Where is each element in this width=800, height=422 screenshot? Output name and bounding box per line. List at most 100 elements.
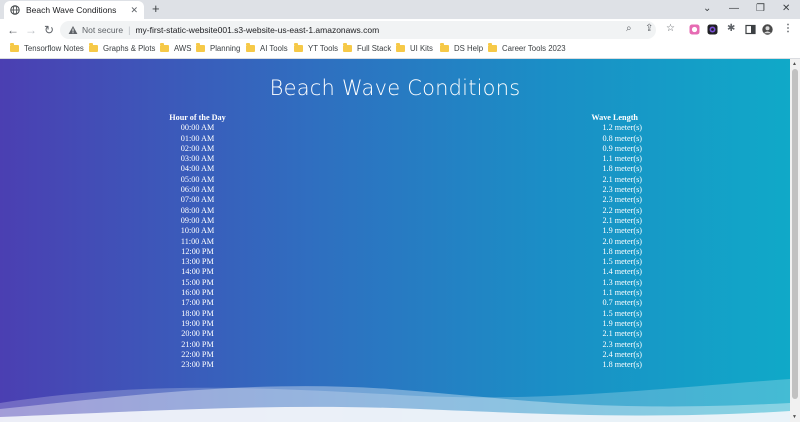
hour-cell: 04:00 AM — [180, 164, 215, 174]
page-scrollbar[interactable]: ▲ ▼ — [790, 59, 800, 422]
folder-icon — [196, 43, 205, 52]
bookmark-label: Graphs & Plots — [103, 44, 156, 53]
wave-length-cell: 2.2 meter(s) — [602, 205, 642, 215]
bookmark-label: AWS — [174, 44, 192, 53]
bookmark-folder[interactable]: AI Tools — [246, 43, 288, 53]
hour-cell: 12:00 PM — [181, 246, 214, 256]
avatar-icon[interactable] — [762, 24, 773, 35]
share-icon[interactable]: ⇪ — [645, 22, 653, 36]
hour-cell: 06:00 AM — [180, 185, 215, 195]
table-row: 05:00 AM 2.1 meter(s) — [140, 175, 650, 185]
table-header-row: Hour of the Day Wave Length — [140, 113, 650, 123]
extension-icon-2[interactable] — [707, 24, 718, 35]
wave-length-cell: 0.7 meter(s) — [602, 298, 642, 308]
hour-cell: 17:00 PM — [181, 298, 214, 308]
wave-length-cell: 1.1 meter(s) — [602, 288, 642, 298]
wave-length-cell: 1.9 meter(s) — [602, 318, 642, 328]
table-row: 01:00 AM 0.8 meter(s) — [140, 134, 650, 144]
bookmark-folder[interactable]: YT Tools — [294, 43, 338, 53]
url-text[interactable]: my-first-static-website001.s3-website-us… — [135, 25, 379, 35]
table-row: 10:00 AM 1.9 meter(s) — [140, 226, 650, 236]
folder-icon — [294, 43, 303, 52]
security-label[interactable]: Not secure — [82, 25, 123, 35]
bookmark-label: UI Kits — [410, 44, 433, 53]
bookmark-folder[interactable]: Planning — [196, 43, 240, 53]
table-row: 15:00 PM 1.3 meter(s) — [140, 278, 650, 288]
tab-title: Beach Wave Conditions — [26, 5, 117, 15]
hour-cell: 08:00 AM — [180, 205, 215, 215]
omnibox-divider: | — [128, 25, 131, 35]
side-panel-icon[interactable] — [745, 24, 756, 35]
browser-tab[interactable]: Beach Wave Conditions ✕ — [4, 1, 144, 19]
magnifier-icon[interactable]: ⌕ — [626, 22, 632, 36]
browser-titlebar: Beach Wave Conditions ✕ + ⌄ — ❐ ✕ — [0, 0, 800, 19]
scroll-down-icon[interactable]: ▼ — [792, 414, 797, 420]
table-row: 07:00 AM 2.3 meter(s) — [140, 195, 650, 205]
table-row: 17:00 PM 0.7 meter(s) — [140, 298, 650, 308]
table-row: 18:00 PM 1.5 meter(s) — [140, 309, 650, 319]
wave-table: Hour of the Day Wave Length 00:00 AM 1.2 … — [140, 113, 650, 370]
page-viewport: Beach Wave Conditions Hour of the Day Wa… — [0, 59, 790, 422]
new-tab-button[interactable]: + — [152, 2, 160, 16]
bookmark-folder[interactable]: AWS — [160, 43, 192, 53]
hour-cell: 10:00 AM — [180, 226, 215, 236]
wave-length-cell: 2.1 meter(s) — [602, 215, 642, 225]
wave-length-cell: 2.1 meter(s) — [602, 329, 642, 339]
table-row: 16:00 PM 1.1 meter(s) — [140, 288, 650, 298]
bookmark-folder[interactable]: UI Kits — [396, 43, 433, 53]
folder-icon — [396, 43, 405, 52]
wave-length-cell: 1.4 meter(s) — [602, 267, 642, 277]
bookmark-label: Full Stack — [357, 44, 392, 53]
wave-length-cell: 1.8 meter(s) — [602, 246, 642, 256]
bookmarks-bar: Tensorflow Notes Graphs & Plots AWS Plan… — [0, 41, 800, 59]
hour-cell: 21:00 PM — [181, 339, 214, 349]
hour-cell: 07:00 AM — [180, 195, 215, 205]
bookmark-folder[interactable]: Full Stack — [343, 43, 392, 53]
puzzle-icon[interactable]: ✱ — [727, 22, 735, 36]
folder-icon — [488, 43, 497, 52]
hour-cell: 15:00 PM — [181, 277, 214, 287]
reload-icon[interactable]: ↻ — [44, 22, 54, 38]
globe-icon — [10, 5, 20, 15]
bookmark-folder[interactable]: Tensorflow Notes — [10, 43, 84, 53]
wave-length-cell: 2.3 meter(s) — [602, 339, 642, 349]
chevron-down-icon[interactable]: ⌄ — [703, 2, 711, 16]
wave-length-cell: 2.3 meter(s) — [602, 195, 642, 205]
wave-length-cell: 2.1 meter(s) — [602, 174, 642, 184]
folder-icon — [10, 43, 19, 52]
table-row: 09:00 AM 2.1 meter(s) — [140, 216, 650, 226]
header-hour: Hour of the Day — [169, 113, 226, 122]
hour-cell: 14:00 PM — [181, 267, 214, 277]
header-wave-length: Wave Length — [591, 113, 638, 122]
address-bar[interactable]: Not secure | my-first-static-website001.… — [60, 21, 656, 39]
extension-icon-1[interactable] — [689, 24, 700, 35]
table-row: 12:00 PM 1.8 meter(s) — [140, 247, 650, 257]
kebab-menu-icon[interactable]: ⋮ — [783, 22, 793, 36]
close-window-icon[interactable]: ✕ — [782, 2, 790, 16]
table-row: 14:00 PM 1.4 meter(s) — [140, 267, 650, 277]
folder-icon — [246, 43, 255, 52]
hour-cell: 05:00 AM — [180, 174, 215, 184]
wave-length-cell: 1.9 meter(s) — [602, 226, 642, 236]
hour-cell: 03:00 AM — [180, 154, 215, 164]
hour-cell: 01:00 AM — [180, 133, 215, 143]
wave-length-cell: 1.8 meter(s) — [602, 164, 642, 174]
restore-icon[interactable]: ❐ — [756, 2, 765, 16]
wave-length-cell: 2.0 meter(s) — [602, 236, 642, 246]
bookmark-label: Tensorflow Notes — [24, 44, 84, 53]
hour-cell: 09:00 AM — [180, 215, 215, 225]
scrollbar-thumb[interactable] — [792, 69, 798, 399]
hour-cell: 00:00 AM — [180, 123, 215, 133]
tab-close-icon[interactable]: ✕ — [130, 5, 138, 16]
star-icon[interactable]: ☆ — [666, 22, 675, 36]
bookmark-folder[interactable]: Graphs & Plots — [89, 43, 156, 53]
arrow-right-icon[interactable]: → — [25, 22, 37, 38]
bookmark-label: DS Help — [454, 44, 484, 53]
arrow-left-icon[interactable]: ← — [7, 22, 19, 38]
minimize-icon[interactable]: — — [729, 2, 739, 16]
hour-cell: 20:00 PM — [181, 329, 214, 339]
scroll-up-icon[interactable]: ▲ — [792, 61, 797, 67]
table-row: 11:00 AM 2.0 meter(s) — [140, 237, 650, 247]
bookmark-folder[interactable]: Career Tools 2023 — [488, 43, 566, 53]
bookmark-folder[interactable]: DS Help — [440, 43, 484, 53]
